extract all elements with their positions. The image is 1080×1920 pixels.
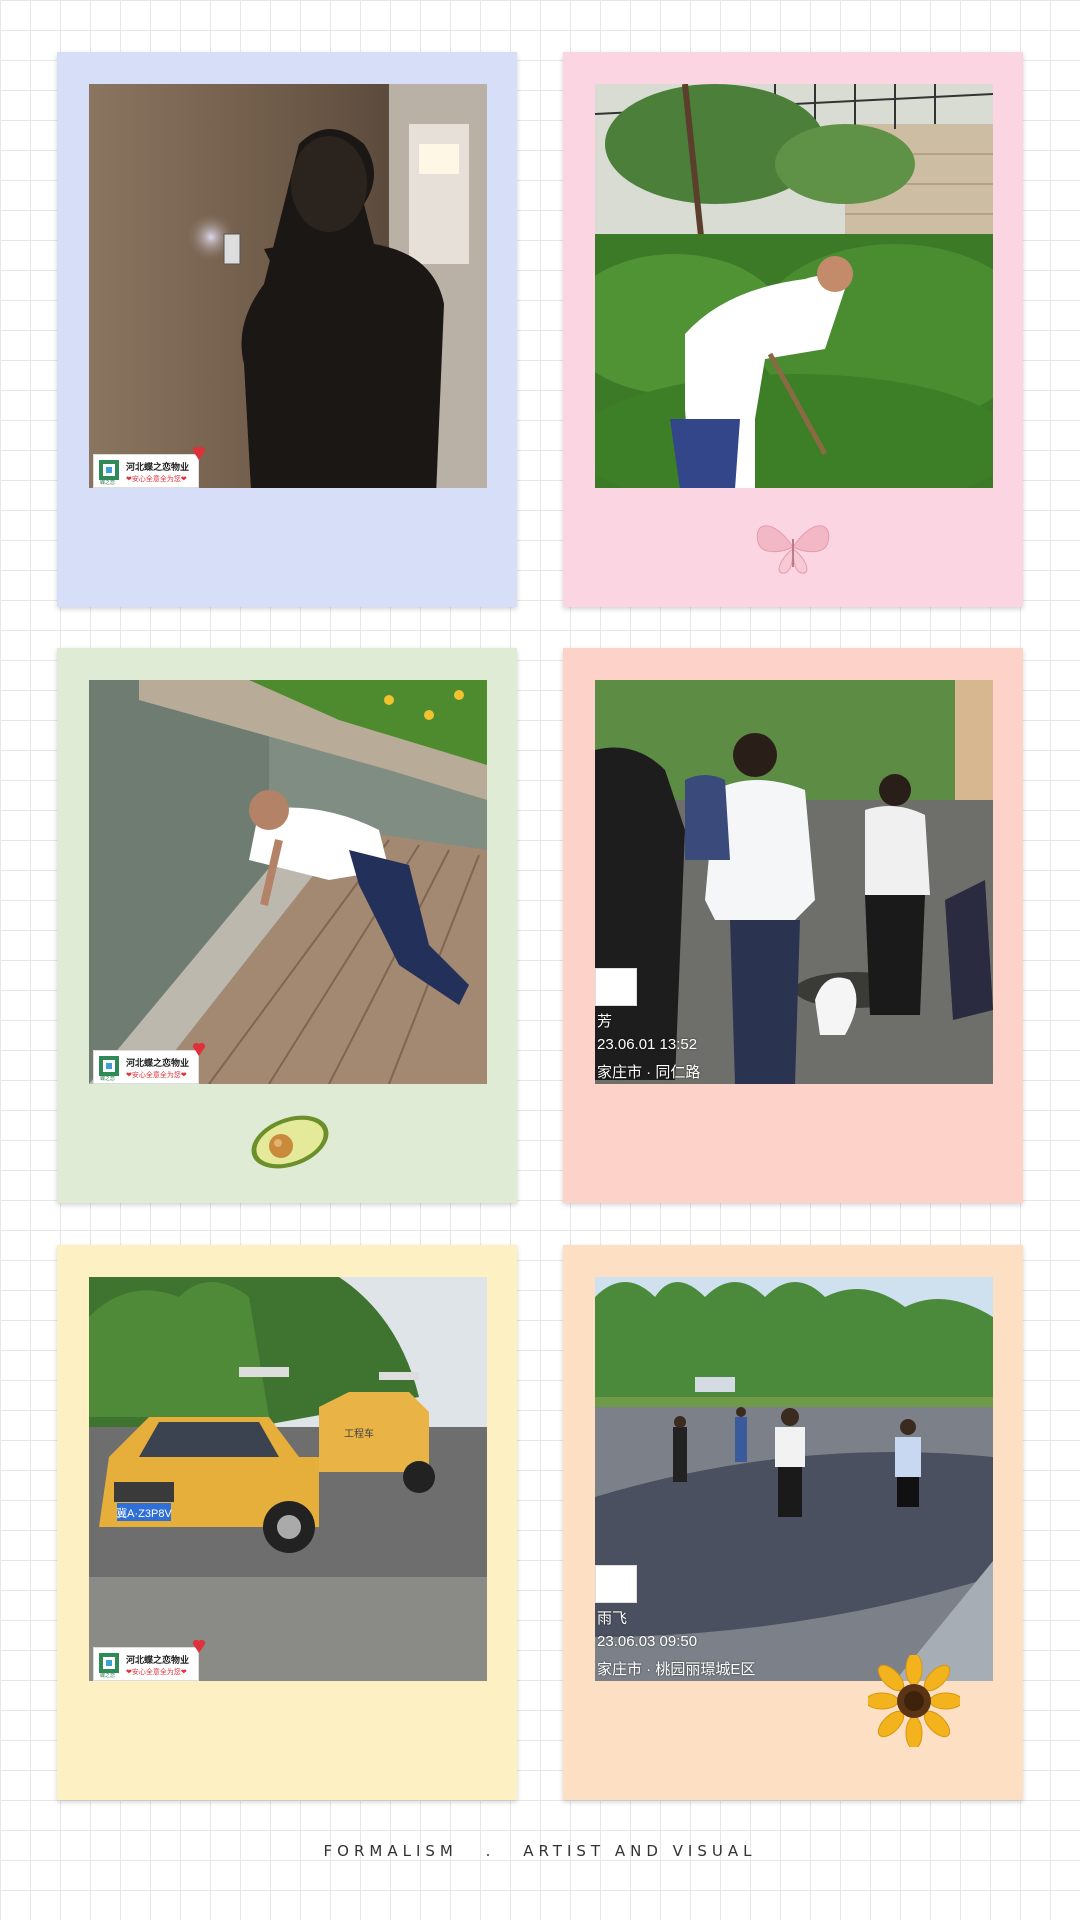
photo-4[interactable]: 芳 23.06.01 13:52 家庄市 · 同仁路 xyxy=(595,680,993,1084)
photo-2[interactable] xyxy=(595,84,993,488)
footer-separator: . xyxy=(485,1842,496,1860)
logo-slogan: ❤安心全意全为您❤ xyxy=(126,1669,187,1676)
watermark-name: 芳 xyxy=(597,1013,613,1030)
photo-5[interactable]: 冀A·Z3P8V 工程车 蝶之恋 河北蝶之恋物业 ❤安心全意全为您❤ xyxy=(89,1277,487,1681)
watermark-datetime: 23.06.01 13:52 xyxy=(597,1036,698,1053)
truck-door-text: 工程车 xyxy=(344,1427,374,1440)
logo-name: 河北蝶之恋物业 xyxy=(126,1655,190,1665)
company-logo-mini xyxy=(595,968,637,1006)
avocado-icon xyxy=(251,1115,329,1169)
footer-left: FORMALISM xyxy=(323,1842,458,1860)
photo-card-3: 蝶之恋 河北蝶之恋物业 ❤安心全意全为您❤ xyxy=(57,648,517,1203)
sunflower-icon xyxy=(868,1655,960,1747)
photo-2-scene xyxy=(595,84,993,488)
photo-card-5: 冀A·Z3P8V 工程车 蝶之恋 河北蝶之恋物业 ❤安心全意全为您❤ xyxy=(57,1245,517,1800)
photo-6-scene xyxy=(595,1277,993,1681)
company-logo-badge: 蝶之恋 河北蝶之恋物业 ❤安心全意全为您❤ xyxy=(93,446,206,488)
photo-card-4: 芳 23.06.01 13:52 家庄市 · 同仁路 xyxy=(563,648,1023,1203)
company-logo-icon xyxy=(99,460,119,480)
company-logo-mini xyxy=(595,1565,637,1603)
footer-caption: FORMALISM . ARTIST AND VISUAL xyxy=(0,1842,1080,1860)
watermark-name: 雨飞 xyxy=(597,1610,628,1627)
license-plate: 冀A·Z3P8V xyxy=(116,1506,172,1520)
photo-card-1: 蝶之恋 河北蝶之恋物业 ❤安心全意全为您❤ xyxy=(57,52,517,607)
photo-3-scene xyxy=(89,680,487,1084)
heart-pin-icon xyxy=(192,1639,206,1653)
photo-1[interactable]: 蝶之恋 河北蝶之恋物业 ❤安心全意全为您❤ xyxy=(89,84,487,488)
photo-5-scene: 冀A·Z3P8V 工程车 xyxy=(89,1277,487,1681)
watermark-datetime: 23.06.03 09:50 xyxy=(597,1633,698,1650)
company-logo-badge: 蝶之恋 河北蝶之恋物业 ❤安心全意全为您❤ xyxy=(93,1639,206,1681)
company-logo-badge: 蝶之恋 河北蝶之恋物业 ❤安心全意全为您❤ xyxy=(93,1042,206,1084)
photo-card-6: 雨飞 23.06.03 09:50 家庄市 · 桃园丽璟城E区 xyxy=(563,1245,1023,1800)
watermark-location: 家庄市 · 同仁路 xyxy=(597,1064,701,1081)
logo-caption: 蝶之恋 xyxy=(100,1673,116,1679)
heart-pin-icon xyxy=(192,446,206,460)
butterfly-icon xyxy=(756,525,830,574)
logo-caption: 蝶之恋 xyxy=(100,1076,116,1082)
logo-caption: 蝶之恋 xyxy=(100,480,116,486)
logo-slogan: ❤安心全意全为您❤ xyxy=(126,1072,187,1079)
company-logo-icon xyxy=(99,1653,119,1673)
watermark-location: 家庄市 · 桃园丽璟城E区 xyxy=(597,1661,756,1678)
photo-3[interactable]: 蝶之恋 河北蝶之恋物业 ❤安心全意全为您❤ xyxy=(89,680,487,1084)
logo-name: 河北蝶之恋物业 xyxy=(126,1058,190,1068)
heart-pin-icon xyxy=(192,1042,206,1056)
logo-name: 河北蝶之恋物业 xyxy=(126,462,190,472)
photo-1-scene xyxy=(89,84,487,488)
photo-4-scene xyxy=(595,680,993,1084)
footer-right: ARTIST AND VISUAL xyxy=(523,1842,757,1860)
company-logo-icon xyxy=(99,1056,119,1076)
photo-6[interactable]: 雨飞 23.06.03 09:50 家庄市 · 桃园丽璟城E区 xyxy=(595,1277,993,1681)
photo-card-2 xyxy=(563,52,1023,607)
logo-slogan: ❤安心全意全为您❤ xyxy=(126,476,187,483)
